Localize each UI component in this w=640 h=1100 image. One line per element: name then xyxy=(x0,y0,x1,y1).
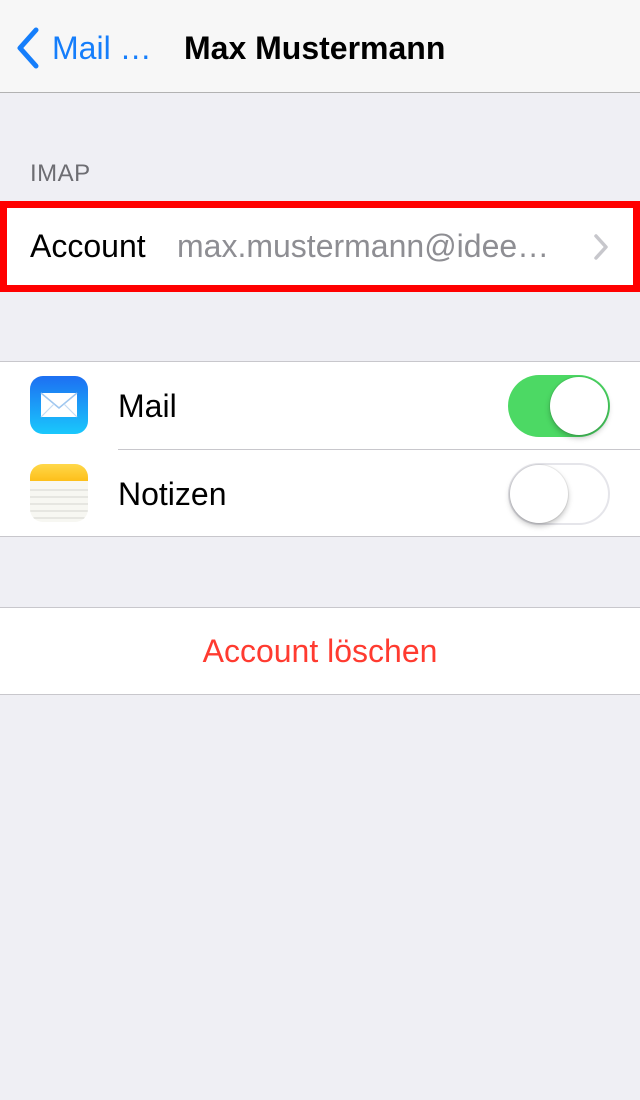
service-label-mail: Mail xyxy=(118,388,177,424)
navigation-bar: Mail … Max Mustermann xyxy=(0,0,640,93)
account-value: max.mustermann@idee… xyxy=(177,228,550,264)
back-button-label[interactable]: Mail … xyxy=(52,30,152,67)
back-button[interactable]: Mail … xyxy=(14,24,152,72)
services-group: Mail Notizen xyxy=(0,361,640,537)
notes-toggle[interactable] xyxy=(508,463,610,525)
toggle-knob xyxy=(510,465,568,523)
toggle-knob xyxy=(550,377,608,435)
chevron-right-icon xyxy=(594,234,608,260)
chevron-left-icon xyxy=(17,27,39,69)
page-title: Max Mustermann xyxy=(184,30,446,66)
service-row-mail: Mail xyxy=(0,362,640,450)
mail-toggle[interactable] xyxy=(508,375,610,437)
mail-app-icon xyxy=(30,376,88,434)
account-row[interactable]: Account max.mustermann@idee… xyxy=(0,201,640,292)
account-label: Account xyxy=(30,228,146,264)
notes-app-icon xyxy=(30,464,88,522)
section-header-imap: IMAP xyxy=(30,160,91,187)
service-row-notes: Notizen xyxy=(0,450,640,538)
delete-account-button[interactable]: Account löschen xyxy=(0,607,640,695)
service-label-notes: Notizen xyxy=(118,476,227,512)
